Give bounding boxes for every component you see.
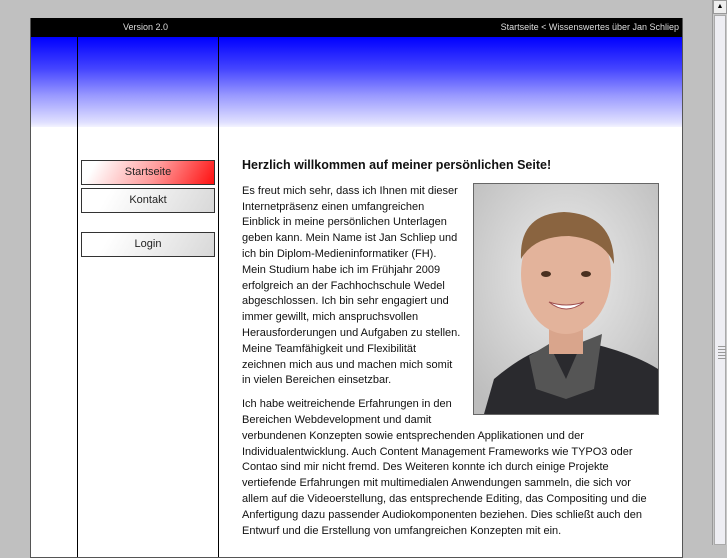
page-title: Herzlich willkommen auf meiner persönlic… bbox=[242, 158, 552, 172]
breadcrumb: Startseite < Wissenswertes über Jan Schl… bbox=[500, 22, 679, 32]
nav-kontakt[interactable]: Kontakt bbox=[81, 188, 215, 213]
header-gradient-banner bbox=[31, 37, 682, 127]
experience-paragraph: Ich habe weitreichende Erfahrungen in de… bbox=[242, 398, 647, 537]
top-bar: Version 2.0 Startseite < Wissenswertes ü… bbox=[31, 18, 682, 37]
grip-icon bbox=[718, 346, 726, 360]
profile-photo bbox=[473, 182, 659, 415]
main-content: Herzlich willkommen auf meiner persönlic… bbox=[242, 158, 659, 547]
nav-startseite[interactable]: Startseite bbox=[81, 160, 215, 185]
page-container: Version 2.0 Startseite < Wissenswertes ü… bbox=[30, 18, 683, 558]
nav-login[interactable]: Login bbox=[81, 232, 215, 257]
scroll-up-arrow-icon[interactable]: ▲ bbox=[713, 0, 727, 14]
column-divider bbox=[77, 37, 78, 557]
column-divider bbox=[218, 37, 219, 557]
version-label: Version 2.0 bbox=[123, 22, 169, 32]
vertical-scrollbar[interactable]: ▲ bbox=[712, 0, 727, 545]
scrollbar-thumb[interactable] bbox=[714, 15, 726, 545]
